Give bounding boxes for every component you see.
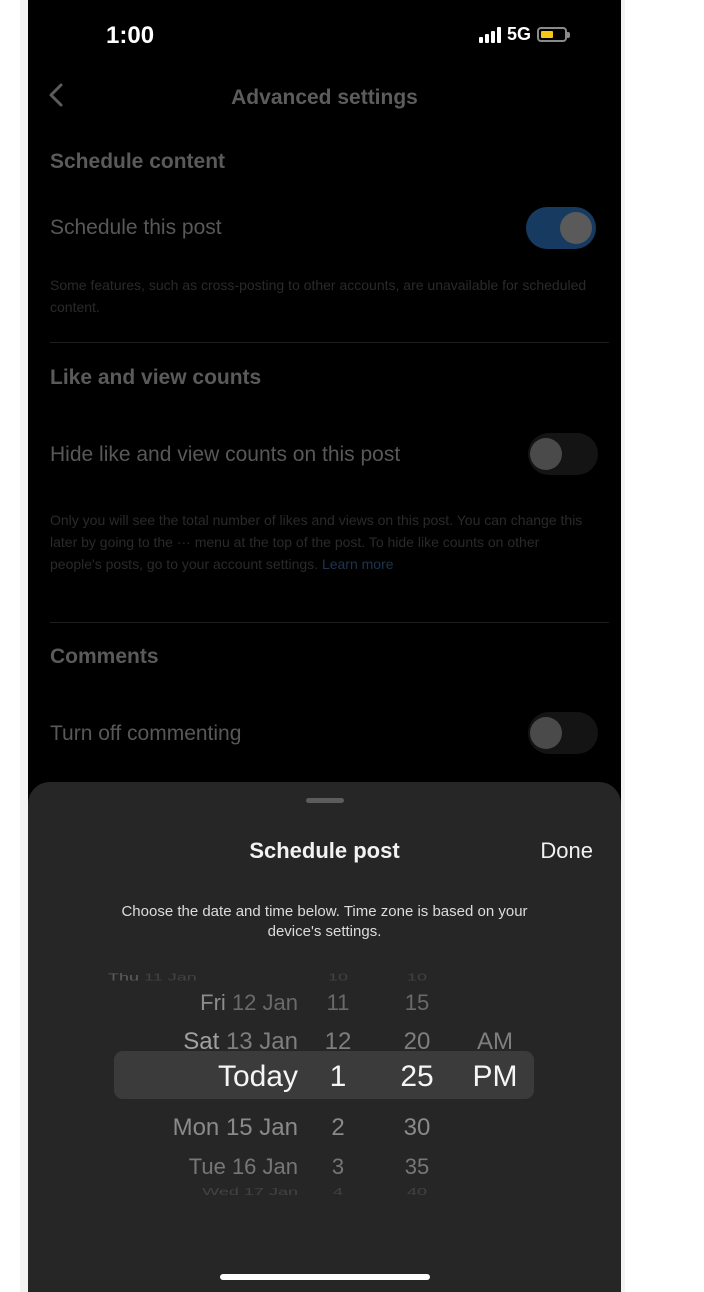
hour-option[interactable]: 4: [308, 1186, 368, 1198]
home-indicator[interactable]: [219, 1274, 430, 1280]
hide-likes-toggle[interactable]: [528, 433, 598, 475]
date-option[interactable]: Wed 17 Jan: [202, 1186, 298, 1198]
hour-option[interactable]: 2: [308, 1114, 368, 1142]
minute-wheel[interactable]: 10 15 20 25 30 35 40: [386, 962, 448, 1212]
schedule-note: Some features, such as cross-posting to …: [50, 277, 587, 315]
screen: 1:00 5G Advanced settings Schedule conte…: [28, 0, 621, 1292]
minute-option-selected[interactable]: 25: [386, 1060, 448, 1094]
hour-wheel[interactable]: 10 11 12 1 2 3 4: [308, 962, 368, 1212]
sheet-subtitle: Choose the date and time below. Time zon…: [121, 903, 528, 940]
date-option[interactable]: Sat 13 Jan: [183, 1028, 298, 1056]
date-option[interactable]: Mon 15 Jan: [173, 1114, 298, 1142]
sheet-title: Schedule post: [249, 838, 400, 863]
likes-note-text: Only you will see the total number of li…: [50, 512, 583, 572]
schedule-post-toggle[interactable]: [526, 207, 596, 249]
ampm-wheel[interactable]: AM PM: [460, 962, 530, 1212]
status-time: 1:00: [106, 22, 155, 49]
battery-icon: [537, 27, 570, 42]
minute-option[interactable]: 35: [386, 1154, 448, 1180]
section-heading-schedule: Schedule content: [50, 150, 226, 173]
minute-option[interactable]: 30: [386, 1114, 448, 1142]
hour-option[interactable]: 3: [308, 1154, 368, 1180]
sheet-grabber[interactable]: [305, 798, 344, 803]
date-time-picker[interactable]: Thu 11 Jan Fri 12 Jan Sat 13 Jan Today M…: [28, 962, 621, 1212]
date-option[interactable]: Tue 16 Jan: [189, 1154, 298, 1180]
date-option-selected[interactable]: Today: [218, 1060, 298, 1094]
schedule-post-sheet: Schedule post Done Choose the date and t…: [28, 782, 621, 1292]
divider: [50, 342, 609, 343]
hour-option[interactable]: 10: [308, 971, 368, 983]
hour-option[interactable]: 11: [308, 990, 368, 1016]
phone-frame: 1:00 5G Advanced settings Schedule conte…: [20, 0, 625, 1292]
minute-option[interactable]: 40: [386, 1186, 448, 1198]
section-heading-comments: Comments: [50, 645, 159, 668]
section-heading-likes: Like and view counts: [50, 366, 262, 389]
turn-off-commenting-label: Turn off commenting: [50, 722, 242, 745]
date-option[interactable]: Thu 11 Jan: [108, 971, 197, 983]
hide-likes-label: Hide like and view counts on this post: [50, 443, 401, 466]
date-option[interactable]: Fri 12 Jan: [200, 990, 298, 1016]
page-title: Advanced settings: [231, 86, 418, 109]
network-type: 5G: [506, 24, 531, 44]
ampm-option-selected[interactable]: PM: [460, 1060, 530, 1094]
learn-more-link[interactable]: Learn more: [322, 556, 394, 572]
ampm-option[interactable]: AM: [460, 1028, 530, 1056]
signal-icon: [478, 26, 501, 43]
divider: [50, 622, 609, 623]
schedule-post-label: Schedule this post: [50, 216, 222, 239]
minute-option[interactable]: 15: [386, 990, 448, 1016]
minute-option[interactable]: 10: [386, 971, 448, 983]
likes-note: Only you will see the total number of li…: [50, 509, 590, 575]
done-button[interactable]: Done: [540, 838, 593, 864]
hour-option-selected[interactable]: 1: [308, 1060, 368, 1094]
minute-option[interactable]: 20: [386, 1028, 448, 1056]
date-wheel[interactable]: Thu 11 Jan Fri 12 Jan Sat 13 Jan Today M…: [108, 962, 298, 1212]
turn-off-commenting-toggle[interactable]: [528, 712, 598, 754]
status-indicators: 5G: [478, 24, 570, 45]
hour-option[interactable]: 12: [308, 1028, 368, 1056]
